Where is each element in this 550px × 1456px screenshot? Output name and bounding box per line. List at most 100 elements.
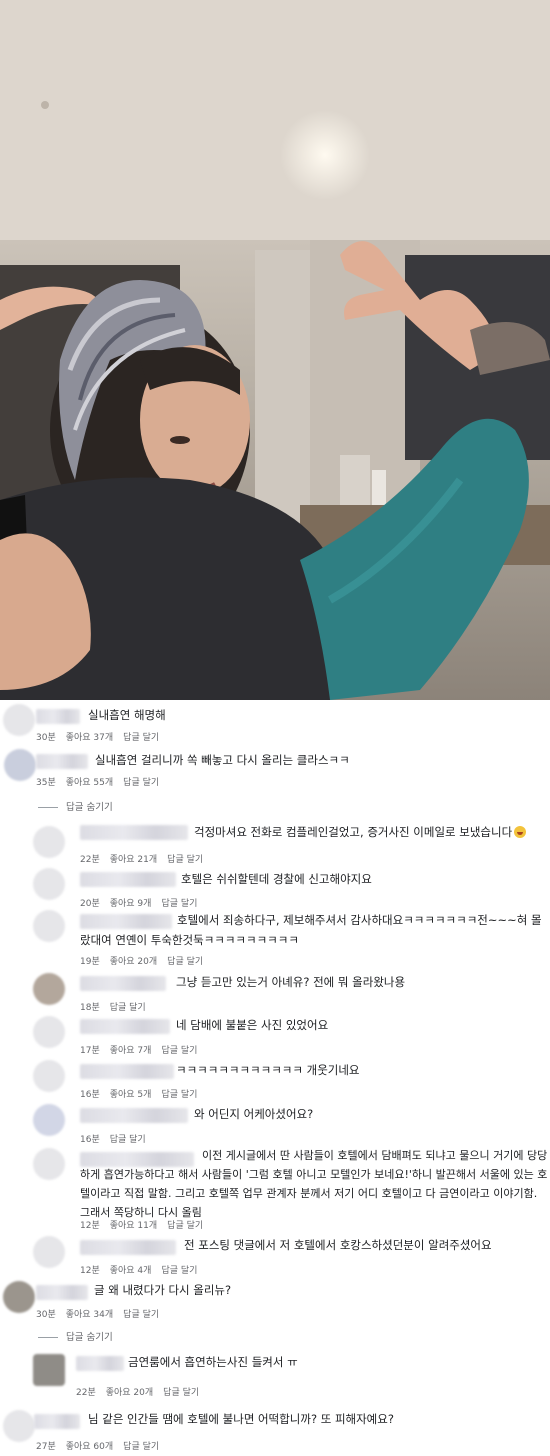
reply-button[interactable]: 답글 달기 xyxy=(161,1046,197,1056)
like-count[interactable]: 좋아요 7개 xyxy=(110,1046,152,1056)
hide-replies-label: 답글 숨기기 xyxy=(66,802,113,813)
like-count[interactable]: 좋아요 4개 xyxy=(110,1266,152,1276)
avatar[interactable] xyxy=(3,1281,35,1313)
reply-button[interactable]: 답글 달기 xyxy=(167,1221,203,1231)
comment-time: 18분 xyxy=(80,1003,100,1013)
blurred-username[interactable] xyxy=(80,825,188,840)
reply-button[interactable]: 답글 달기 xyxy=(163,1388,199,1398)
comment-text: ㅋㅋㅋㅋㅋㅋㅋㅋㅋㅋㅋㅋ 개웃기네요 xyxy=(176,1063,360,1077)
comment-time: 30분 xyxy=(36,1310,56,1320)
reply-button[interactable]: 답글 달기 xyxy=(110,1135,146,1145)
like-count[interactable]: 좋아요 60개 xyxy=(66,1442,113,1452)
avatar[interactable] xyxy=(33,1148,65,1180)
comment-meta: 12분 좋아요 11개 답글 달기 xyxy=(80,1218,213,1231)
reply-button[interactable]: 답글 달기 xyxy=(123,1310,159,1320)
reply-button[interactable]: 답글 달기 xyxy=(123,778,159,788)
avatar[interactable] xyxy=(3,704,35,736)
avatar[interactable] xyxy=(33,1354,65,1386)
comment-text: 그냥 듣고만 있는거 아녜유? 전에 뭐 올라왔나용 xyxy=(176,975,406,989)
hide-replies-label: 답글 숨기기 xyxy=(66,1332,113,1343)
blurred-username[interactable] xyxy=(36,1285,88,1300)
comment-text: 금연룸에서 흡연하는사진 들켜서 ㅠ xyxy=(128,1355,298,1369)
avatar[interactable] xyxy=(33,1236,65,1268)
reply-button[interactable]: 답글 달기 xyxy=(167,855,203,865)
blurred-username[interactable] xyxy=(36,754,88,769)
avatar[interactable] xyxy=(33,1060,65,1092)
blurred-username[interactable] xyxy=(80,976,166,991)
avatar[interactable] xyxy=(33,973,65,1005)
reply-comment: 호텔은 쉬쉬할텐데 경찰에 신고해야지요 20분 좋아요 9개 답글 달기 xyxy=(0,866,550,909)
comment-text: 네 담배에 불붙은 사진 있었어요 xyxy=(176,1018,329,1032)
reply-comment: 이전 게시글에서 딴 사람들이 호텔에서 담배펴도 되냐고 물으니 거기에 당당… xyxy=(0,1146,550,1234)
avatar[interactable] xyxy=(33,1104,65,1136)
comment-time: 27분 xyxy=(36,1442,56,1452)
reply-button[interactable]: 답글 달기 xyxy=(161,1090,197,1100)
avatar[interactable] xyxy=(33,1016,65,1048)
blurred-username[interactable] xyxy=(34,1414,80,1429)
comment-meta: 30분 좋아요 37개 답글 달기 xyxy=(36,730,169,743)
avatar[interactable] xyxy=(3,1410,35,1442)
like-count[interactable]: 좋아요 55개 xyxy=(66,778,113,788)
hide-replies-link[interactable]: 답글 숨기기 xyxy=(38,1329,113,1343)
comment-text: 글 왜 내렸다가 다시 올리뉴? xyxy=(94,1283,232,1297)
avatar[interactable] xyxy=(33,868,65,900)
blurred-username[interactable] xyxy=(80,1108,188,1123)
comment-time: 35분 xyxy=(36,778,56,788)
comment-section: 실내흡연 해명해 30분 좋아요 37개 답글 달기 실내흡연 걸리니까 쏙 빼놓고… xyxy=(0,700,550,1456)
reply-comment: 전 포스팅 댓글에서 저 호텔에서 호캉스하셨던분이 알려주셨어요 12분 좋아요… xyxy=(0,1234,550,1278)
like-count[interactable]: 좋아요 34개 xyxy=(66,1310,113,1320)
comment-text: 호텔은 쉬쉬할텐데 경찰에 신고해야지요 xyxy=(181,872,372,886)
comment-text: 호텔에서 죄송하다구, 제보해주셔서 감사하대요ㅋㅋㅋㅋㅋㅋㅋ전~~~혀 몰랐대… xyxy=(80,913,542,947)
comment-meta: 35분 좋아요 55개 답글 달기 xyxy=(36,775,169,788)
comment: 실내흡연 해명해 30분 좋아요 37개 답글 달기 xyxy=(0,700,550,745)
comment: 글 왜 내렸다가 다시 올리뉴? 30분 좋아요 34개 답글 달기 xyxy=(0,1278,550,1322)
blurred-username[interactable] xyxy=(80,1019,170,1034)
like-count[interactable]: 좋아요 5개 xyxy=(110,1090,152,1100)
comment-meta: 16분 답글 달기 xyxy=(80,1132,156,1145)
photo-illustration xyxy=(0,0,550,700)
comment-time: 12분 xyxy=(80,1221,100,1231)
blurred-username[interactable] xyxy=(80,1064,174,1079)
comment-text-body: 걱정마셔요 전화로 컴플레인걸었고, 증거사진 이메일로 보냈습니다 xyxy=(194,825,513,839)
comment-text: 와 어딘지 어케아셨어요? xyxy=(194,1107,314,1121)
like-count[interactable]: 좋아요 21개 xyxy=(110,855,157,865)
hide-replies-link[interactable]: 답글 숨기기 xyxy=(38,799,113,813)
reply-button[interactable]: 답글 달기 xyxy=(161,1266,197,1276)
comment-meta: 19분 좋아요 20개 답글 달기 xyxy=(80,954,213,967)
comment-time: 19분 xyxy=(80,957,100,967)
like-count[interactable]: 좋아요 20개 xyxy=(110,957,157,967)
comment-text: 전 포스팅 댓글에서 저 호텔에서 호캉스하셨던분이 알려주셨어요 xyxy=(184,1238,492,1252)
like-count[interactable]: 좋아요 20개 xyxy=(106,1388,153,1398)
like-count[interactable]: 좋아요 37개 xyxy=(66,733,113,743)
avatar[interactable] xyxy=(4,749,36,781)
like-count[interactable]: 좋아요 11개 xyxy=(110,1221,157,1231)
comment-time: 22분 xyxy=(80,855,100,865)
post-photo xyxy=(0,0,550,700)
reply-button[interactable]: 답글 달기 xyxy=(123,733,159,743)
comment-meta: 27분 좋아요 60개 답글 달기 xyxy=(36,1439,169,1452)
reply-comment: 그냥 듣고만 있는거 아녜유? 전에 뭐 올라왔나용 18분 답글 달기 xyxy=(0,970,550,1014)
scream-emoji-icon xyxy=(514,826,527,838)
reply-comment: ㅋㅋㅋㅋㅋㅋㅋㅋㅋㅋㅋㅋ 개웃기네요 16분 좋아요 5개 답글 달기 xyxy=(0,1058,550,1102)
comment-meta: 17분 좋아요 7개 답글 달기 xyxy=(80,1043,207,1056)
comment-time: 16분 xyxy=(80,1090,100,1100)
comment-time: 17분 xyxy=(80,1046,100,1056)
reply-button[interactable]: 답글 달기 xyxy=(123,1442,159,1452)
avatar[interactable] xyxy=(33,910,65,942)
reply-comment: 금연룸에서 흡연하는사진 들켜서 ㅠ 22분 좋아요 20개 답글 달기 xyxy=(0,1348,550,1402)
comment-meta: 16분 좋아요 5개 답글 달기 xyxy=(80,1087,207,1100)
comment-meta: 18분 답글 달기 xyxy=(80,1000,156,1013)
blurred-username[interactable] xyxy=(80,872,176,887)
blurred-username[interactable] xyxy=(76,1356,124,1371)
blurred-username[interactable] xyxy=(80,1240,176,1255)
comment: 실내흡연 걸리니까 쏙 빼놓고 다시 올리는 클라스ㅋㅋ 35분 좋아요 55개 답… xyxy=(0,745,550,790)
reply-button[interactable]: 답글 달기 xyxy=(110,1003,146,1013)
reply-button[interactable]: 답글 달기 xyxy=(167,957,203,967)
comment-text: 실내흡연 걸리니까 쏙 빼놓고 다시 올리는 클라스ㅋㅋ xyxy=(95,753,350,767)
divider-dash xyxy=(38,807,58,808)
avatar[interactable] xyxy=(33,826,65,858)
comment-time: 16분 xyxy=(80,1135,100,1145)
comment-meta: 30분 좋아요 34개 답글 달기 xyxy=(36,1307,169,1320)
comment-text: 실내흡연 해명해 xyxy=(88,708,166,722)
blurred-username[interactable] xyxy=(36,709,80,724)
